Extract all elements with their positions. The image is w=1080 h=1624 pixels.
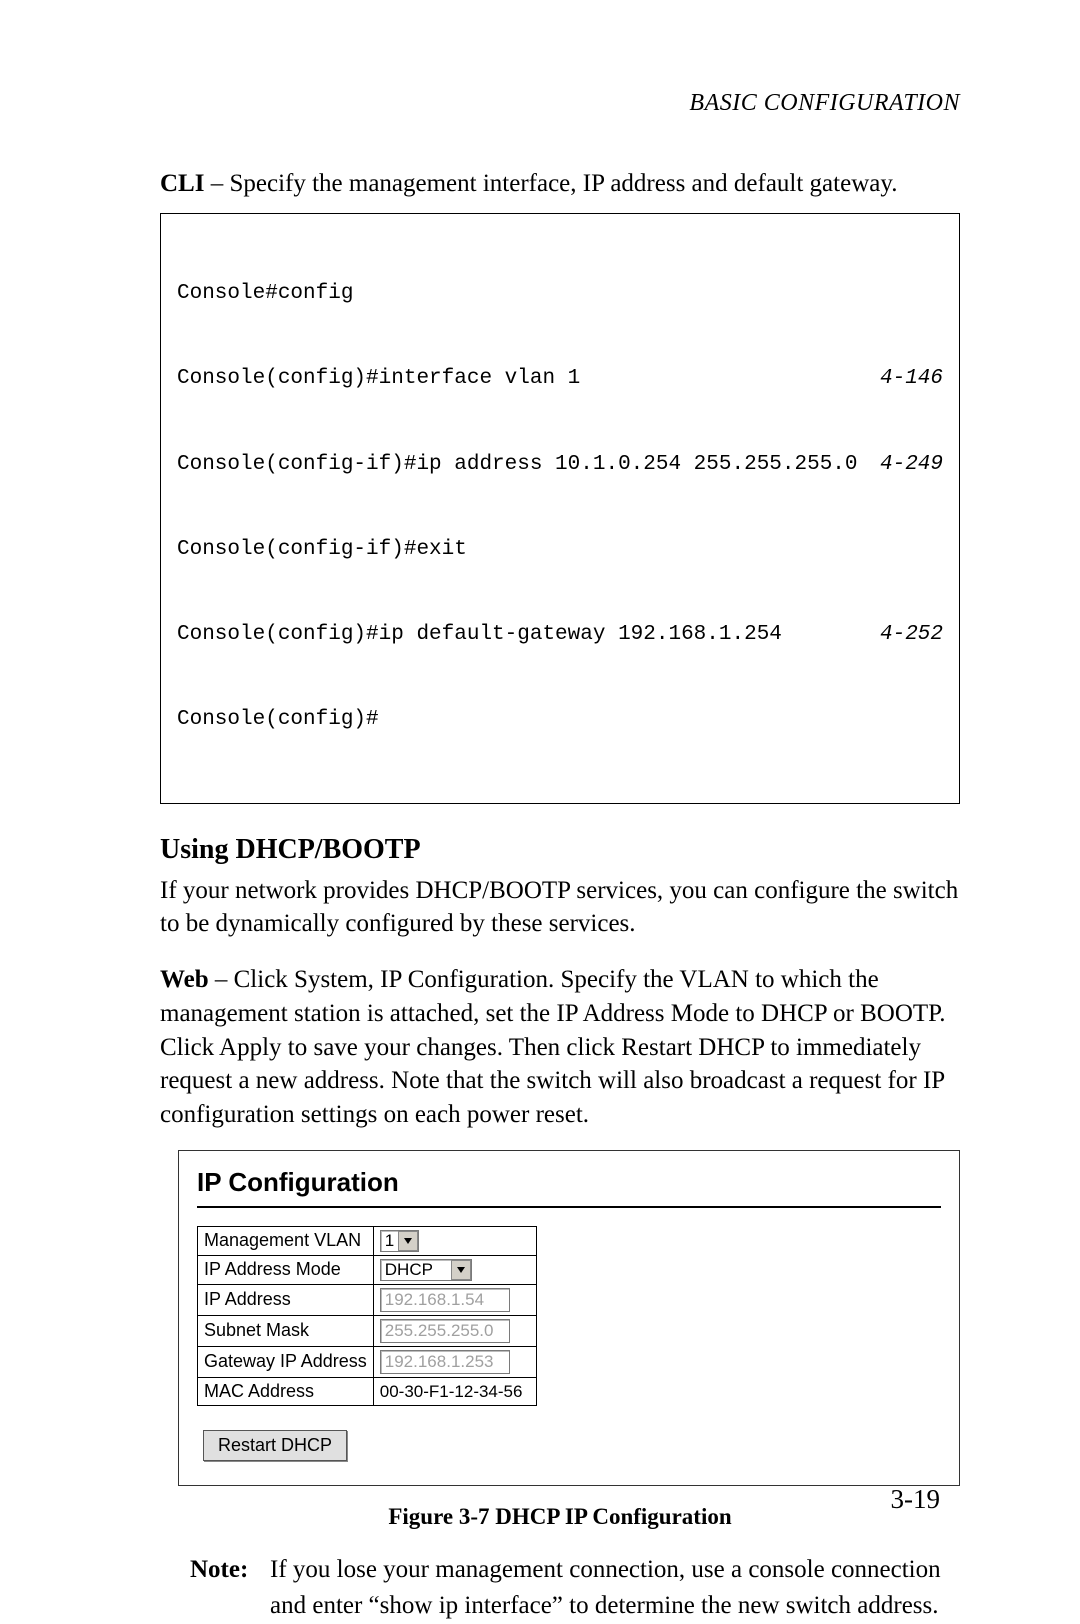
ip-config-table: Management VLAN 1 IP Address Mode DHCP bbox=[197, 1226, 537, 1406]
table-row: IP Address 192.168.1.54 bbox=[198, 1284, 537, 1315]
cli-cmd: Console#config bbox=[177, 280, 353, 308]
gateway-label: Gateway IP Address bbox=[198, 1346, 374, 1377]
ip-mode-label: IP Address Mode bbox=[198, 1255, 374, 1284]
chevron-down-icon bbox=[451, 1260, 471, 1280]
cli-line: Console(config)#ip default-gateway 192.1… bbox=[177, 621, 943, 649]
mgmt-vlan-select[interactable]: 1 bbox=[380, 1230, 419, 1252]
table-row: IP Address Mode DHCP bbox=[198, 1255, 537, 1284]
ip-mode-value: DHCP bbox=[385, 1260, 433, 1280]
section-heading: Using DHCP/BOOTP bbox=[160, 834, 960, 866]
mac-value: 00-30-F1-12-34-56 bbox=[380, 1382, 523, 1401]
cli-ref: 4-146 bbox=[880, 365, 943, 393]
cli-line: Console#config bbox=[177, 280, 943, 308]
note-label: Note: bbox=[190, 1552, 270, 1624]
cli-box: Console#config Console(config)#interface… bbox=[160, 213, 960, 804]
table-row: Management VLAN 1 bbox=[198, 1226, 537, 1255]
cli-cmd: Console(config-if)#ip address 10.1.0.254… bbox=[177, 451, 858, 479]
running-head: BASIC CONFIGURATION bbox=[160, 90, 960, 117]
cli-cmd: Console(config-if)#exit bbox=[177, 536, 467, 564]
cli-ref: 4-252 bbox=[880, 621, 943, 649]
subnet-label: Subnet Mask bbox=[198, 1315, 374, 1346]
note: Note: If you lose your management connec… bbox=[190, 1552, 960, 1624]
table-row: Gateway IP Address 192.168.1.253 bbox=[198, 1346, 537, 1377]
cli-cmd: Console(config)#interface vlan 1 bbox=[177, 365, 580, 393]
cli-intro: CLI – Specify the management interface, … bbox=[160, 167, 960, 201]
web-bold: Web bbox=[160, 966, 209, 993]
cli-cmd: Console(config)#ip default-gateway 192.1… bbox=[177, 621, 782, 649]
note-body: If you lose your management connection, … bbox=[270, 1552, 960, 1624]
mgmt-vlan-label: Management VLAN bbox=[198, 1226, 374, 1255]
ip-config-panel: IP Configuration Management VLAN 1 IP Ad… bbox=[178, 1150, 960, 1486]
gateway-input[interactable]: 192.168.1.253 bbox=[380, 1350, 510, 1374]
web-rest: – Click System, IP Configuration. Specif… bbox=[160, 966, 946, 1128]
ip-addr-label: IP Address bbox=[198, 1284, 374, 1315]
table-row: Subnet Mask 255.255.255.0 bbox=[198, 1315, 537, 1346]
cli-line: Console(config-if)#ip address 10.1.0.254… bbox=[177, 451, 943, 479]
ip-addr-input[interactable]: 192.168.1.54 bbox=[380, 1288, 510, 1312]
panel-title: IP Configuration bbox=[197, 1167, 941, 1198]
panel-rule bbox=[197, 1206, 941, 1208]
restart-dhcp-button[interactable]: Restart DHCP bbox=[203, 1430, 347, 1461]
figure-caption: Figure 3-7 DHCP IP Configuration bbox=[160, 1504, 960, 1530]
dhcp-para1: If your network provides DHCP/BOOTP serv… bbox=[160, 874, 960, 942]
cli-line: Console(config)#interface vlan 1 4-146 bbox=[177, 365, 943, 393]
table-row: MAC Address 00-30-F1-12-34-56 bbox=[198, 1377, 537, 1405]
cli-intro-rest: – Specify the management interface, IP a… bbox=[204, 170, 897, 197]
mac-label: MAC Address bbox=[198, 1377, 374, 1405]
mgmt-vlan-value: 1 bbox=[385, 1231, 394, 1251]
cli-line: Console(config-if)#exit bbox=[177, 536, 943, 564]
cli-line: Console(config)# bbox=[177, 706, 943, 734]
cli-cmd: Console(config)# bbox=[177, 706, 379, 734]
cli-ref: 4-249 bbox=[880, 451, 943, 479]
web-para: Web – Click System, IP Configuration. Sp… bbox=[160, 963, 960, 1132]
page-number: 3-19 bbox=[891, 1484, 941, 1515]
chevron-down-icon bbox=[398, 1231, 418, 1251]
cli-intro-bold: CLI bbox=[160, 170, 204, 197]
ip-mode-select[interactable]: DHCP bbox=[380, 1259, 472, 1281]
subnet-input[interactable]: 255.255.255.0 bbox=[380, 1319, 510, 1343]
